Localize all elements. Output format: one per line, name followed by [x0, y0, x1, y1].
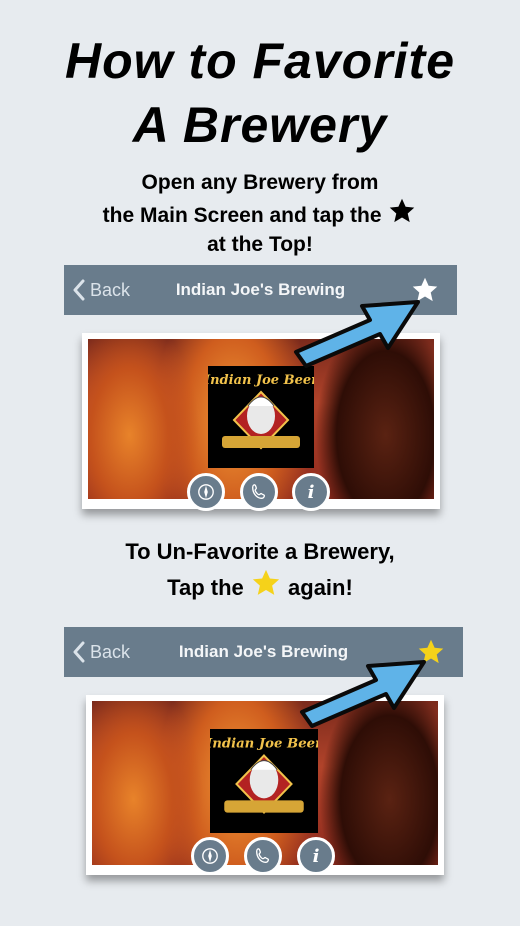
svg-text:Indian Joe Beer: Indian Joe Beer	[210, 736, 318, 751]
instruction-step-1: Open any Brewery from the Main Screen an…	[0, 168, 520, 259]
gold-star-icon	[252, 569, 280, 595]
instruction-step-2: To Un-Favorite a Brewery, Tap the again!	[0, 536, 520, 604]
info-button[interactable]: i	[297, 837, 335, 875]
instruction-step-2-line-2: Tap the again!	[0, 568, 520, 604]
brewery-logo: Indian Joe Beer	[210, 729, 318, 833]
svg-text:Indian Joe Beer: Indian Joe Beer	[208, 373, 314, 388]
heading-line-2: A Brewery	[132, 97, 388, 153]
info-icon: i	[312, 845, 320, 867]
phone-button[interactable]	[240, 473, 278, 511]
phone-icon	[252, 484, 266, 499]
compass-button[interactable]	[191, 837, 229, 875]
black-star-icon	[390, 198, 415, 223]
instruction-step-2-line-2-b: again!	[288, 575, 353, 600]
info-icon: i	[307, 481, 315, 503]
instruction-step-2-line-2-a: Tap the	[167, 575, 244, 600]
brewery-logo: Indian Joe Beer	[208, 366, 314, 468]
compass-icon	[198, 484, 214, 500]
phone-button[interactable]	[244, 837, 282, 875]
instruction-step-2-line-1: To Un-Favorite a Brewery,	[125, 539, 395, 564]
compass-button[interactable]	[187, 473, 225, 511]
instruction-step-1-line-3: at the Top!	[207, 233, 313, 256]
pointer-arrow-1	[294, 300, 420, 368]
pointer-arrow-2	[300, 660, 426, 728]
instruction-step-1-line-2-text: the Main Screen and tap the	[102, 204, 382, 227]
phone-icon	[256, 848, 270, 863]
instruction-step-1-line-2: the Main Screen and tap the	[0, 197, 520, 230]
info-button[interactable]: i	[292, 473, 330, 511]
heading-line-1: How to Favorite	[64, 33, 456, 89]
instruction-step-1-line-1: Open any Brewery from	[141, 171, 379, 194]
compass-icon	[202, 848, 218, 864]
